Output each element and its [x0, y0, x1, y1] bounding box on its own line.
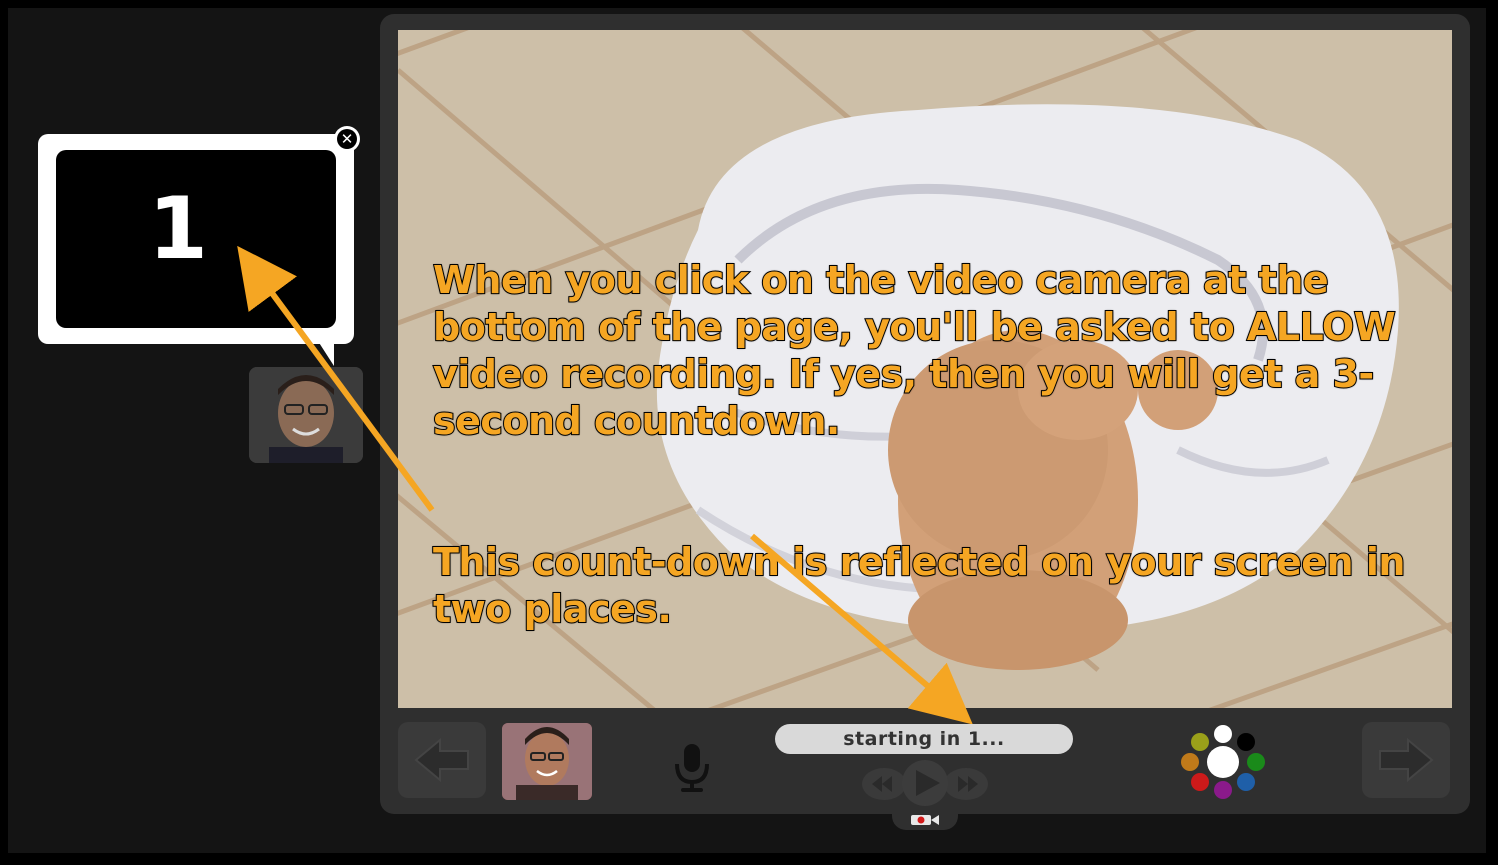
color-palette-button[interactable] [1176, 722, 1272, 800]
frame-edge-right [1486, 0, 1498, 865]
arrow-left-icon [414, 737, 469, 783]
frame-edge-bottom [0, 853, 1498, 865]
user-photo [502, 723, 592, 800]
arrow-right-icon [1379, 737, 1434, 783]
previous-slide-button[interactable] [398, 722, 486, 798]
slide-caption: When you click on the video camera at th… [432, 210, 1443, 727]
avatar-photo [249, 367, 363, 463]
recording-status: starting in 1... [775, 724, 1073, 754]
rewind-button[interactable] [862, 768, 906, 800]
color-palette-icon [1181, 725, 1265, 799]
microphone-button[interactable] [672, 742, 712, 794]
next-slide-button[interactable] [1362, 722, 1450, 798]
caption-paragraph-2: This count-down is reflected on your scr… [432, 539, 1406, 632]
countdown-number: 1 [148, 179, 208, 279]
forward-button[interactable] [944, 768, 988, 800]
page: 1 ✕ When you click on the video camera a… [0, 0, 1498, 865]
microphone-icon [675, 744, 709, 792]
bubble-close-button[interactable]: ✕ [334, 126, 360, 152]
bubble-tail [316, 338, 334, 366]
current-user-avatar[interactable] [502, 723, 592, 800]
caption-paragraph-1: When you click on the video camera at th… [432, 257, 1397, 444]
video-camera-icon [911, 815, 939, 825]
record-video-button[interactable] [892, 810, 958, 830]
countdown-bubble: 1 [38, 134, 354, 344]
frame-edge-top [0, 0, 1498, 8]
play-button[interactable] [902, 760, 948, 806]
countdown-display: 1 [56, 150, 336, 328]
close-icon: ✕ [337, 129, 357, 149]
participant-avatar[interactable] [249, 367, 363, 463]
frame-edge-left [0, 0, 8, 865]
playback-controls [862, 760, 988, 806]
